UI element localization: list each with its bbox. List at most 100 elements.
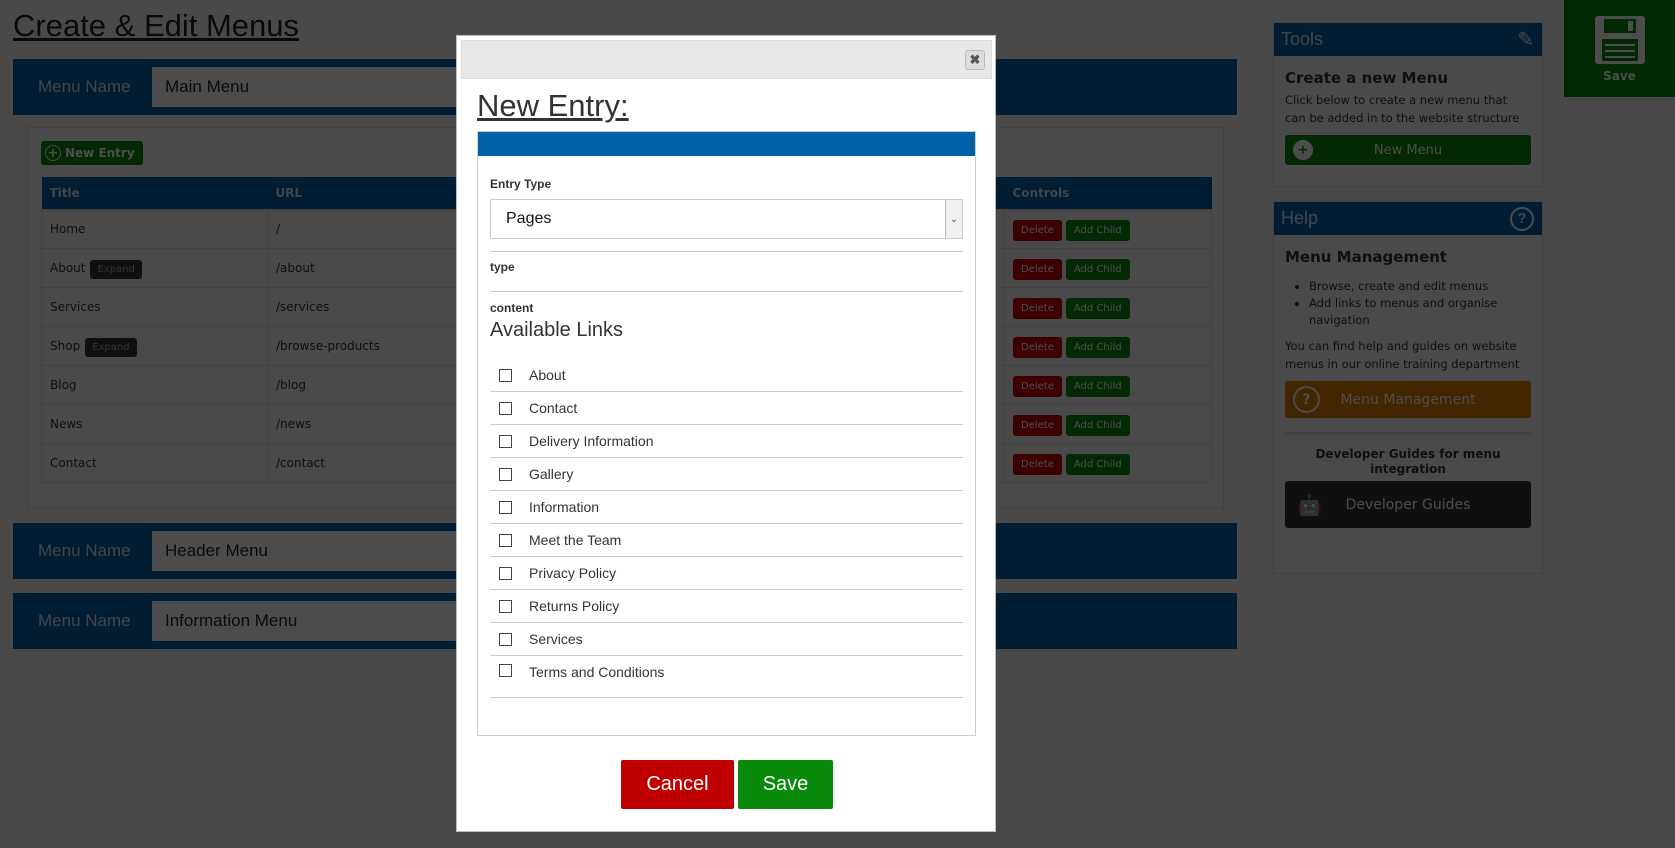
checkbox[interactable] [499, 566, 512, 580]
type-label: type [490, 260, 515, 274]
pencil-icon: ✎ [1517, 29, 1534, 51]
col-title: Title [41, 177, 268, 209]
entry-type-label: Entry Type [490, 177, 552, 191]
entry-type-value: Pages [506, 210, 552, 227]
plus-icon: + [45, 145, 61, 161]
checkbox[interactable] [499, 599, 512, 613]
help-heading: Menu Management [1285, 248, 1448, 266]
save-button[interactable]: Save [738, 760, 833, 809]
delete-button[interactable]: Delete [1013, 453, 1062, 475]
help-bullet: Browse, create and edit menus [1309, 278, 1531, 295]
add-child-button[interactable]: Add Child [1065, 375, 1130, 397]
link-label: Gallery [529, 466, 574, 482]
content-label: content [490, 301, 534, 315]
delete-button[interactable]: Delete [1013, 297, 1062, 319]
checkbox[interactable] [499, 632, 512, 646]
add-child-button[interactable]: Add Child [1065, 297, 1130, 319]
cell-controls: Delete Add Child [1004, 247, 1212, 288]
delete-button[interactable]: Delete [1013, 219, 1062, 241]
delete-button[interactable]: Delete [1013, 336, 1062, 358]
link-option[interactable]: Returns Policy [490, 590, 963, 623]
entry-title: Blog [50, 377, 77, 392]
plus-circle-icon: + [1293, 140, 1313, 160]
entry-title: News [50, 416, 83, 431]
new-entry-label: New Entry [65, 146, 135, 160]
link-label: Contact [529, 400, 578, 416]
add-child-button[interactable]: Add Child [1065, 219, 1130, 241]
developer-guides-label: Developer Guides [1345, 496, 1471, 513]
chevron-down-icon: ⌄ [945, 200, 962, 238]
entry-title: About [50, 260, 86, 275]
link-label: Privacy Policy [529, 565, 617, 581]
close-button[interactable]: ✖ [965, 50, 985, 70]
divider [1285, 432, 1531, 435]
modal-header: ✖ [461, 40, 992, 79]
entry-title: Home [50, 221, 86, 236]
checkbox[interactable] [499, 467, 512, 481]
link-label: About [529, 367, 566, 383]
cancel-button[interactable]: Cancel [621, 760, 734, 809]
link-option[interactable]: About [490, 359, 963, 392]
cell-controls: Delete Add Child [1004, 208, 1212, 249]
new-menu-button[interactable]: + New Menu [1285, 135, 1531, 165]
page-title: Create & Edit Menus [13, 8, 300, 43]
link-label: Terms and Conditions [529, 664, 665, 680]
checkbox[interactable] [499, 401, 512, 415]
delete-button[interactable]: Delete [1013, 375, 1062, 397]
link-option[interactable]: Privacy Policy [490, 557, 963, 590]
entry-title: Shop [50, 338, 81, 353]
help-header: Help [1281, 208, 1319, 228]
new-entry-button[interactable]: + New Entry [41, 141, 143, 165]
cell-title: Services [41, 286, 268, 327]
developer-guides-button[interactable]: 🤖 Developer Guides [1285, 481, 1531, 528]
checkbox[interactable] [499, 500, 512, 514]
dev-heading: Developer Guides for menu integration [1315, 447, 1501, 476]
link-option[interactable]: Information [490, 491, 963, 524]
help-panel: Help? Menu Management Browse, create and… [1273, 201, 1543, 574]
link-label: Meet the Team [529, 532, 622, 548]
add-child-button[interactable]: Add Child [1065, 453, 1130, 475]
cell-controls: Delete Add Child [1004, 403, 1212, 444]
save-page-button[interactable]: Save [1564, 0, 1675, 97]
available-links-list: About Contact Delivery Information Gallery I… [478, 359, 975, 698]
checkbox[interactable] [499, 368, 512, 382]
tools-panel: Tools ✎ Create a new Menu Click below to … [1273, 22, 1543, 187]
menu-name-label: Menu Name [38, 541, 131, 560]
link-option[interactable]: Contact [490, 392, 963, 425]
cell-title: Shop Expand [41, 325, 268, 366]
expand-button[interactable]: Expand [90, 259, 142, 279]
link-option[interactable]: Delivery Information [490, 425, 963, 458]
link-option[interactable]: Services [490, 623, 963, 656]
checkbox[interactable] [499, 664, 512, 677]
delete-button[interactable]: Delete [1013, 258, 1062, 280]
cell-controls: Delete Add Child [1004, 325, 1212, 366]
link-option[interactable]: Terms and Conditions [490, 656, 963, 698]
add-child-button[interactable]: Add Child [1065, 258, 1130, 280]
delete-button[interactable]: Delete [1013, 414, 1062, 436]
menu-name-label: Menu Name [38, 611, 131, 630]
close-icon: ✖ [969, 52, 981, 67]
available-links-heading: Available Links [490, 319, 624, 341]
expand-button[interactable]: Expand [85, 337, 137, 357]
add-child-button[interactable]: Add Child [1065, 414, 1130, 436]
checkbox[interactable] [499, 434, 512, 448]
entry-type-select[interactable]: Pages ⌄ [490, 199, 963, 239]
add-child-button[interactable]: Add Child [1065, 336, 1130, 358]
question-icon: ? [1293, 386, 1320, 413]
link-label: Information [529, 499, 600, 515]
link-option[interactable]: Meet the Team [490, 524, 963, 557]
link-label: Returns Policy [529, 598, 620, 614]
tools-heading: Create a new Menu [1285, 69, 1449, 87]
link-option[interactable]: Gallery [490, 458, 963, 491]
cell-title: About Expand [41, 247, 268, 288]
col-controls: Controls [1004, 177, 1212, 209]
new-entry-modal: ✖ New Entry: Entry Type Pages ⌄ type cont… [456, 35, 996, 832]
tools-header: Tools [1281, 29, 1324, 49]
entry-form: Entry Type Pages ⌄ type content Available… [477, 131, 976, 736]
robot-icon: 🤖 [1297, 492, 1322, 517]
checkbox[interactable] [499, 533, 512, 547]
tools-text: Click below to create a new menu that ca… [1285, 93, 1520, 125]
help-text: You can find help and guides on website … [1285, 339, 1520, 371]
menu-management-button[interactable]: ? Menu Management [1285, 381, 1531, 418]
entry-title: Contact [50, 455, 97, 470]
